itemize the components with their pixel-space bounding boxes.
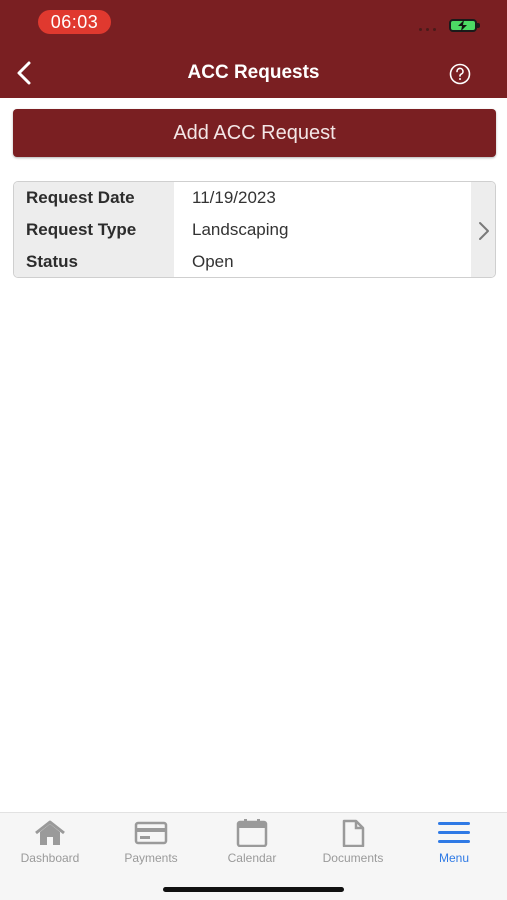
page-title: ACC Requests — [187, 62, 320, 83]
status-value: Open — [192, 252, 234, 271]
request-card[interactable]: Request Date 11/19/2023 Request Type Lan… — [13, 181, 496, 278]
request-type-label: Request Type — [26, 220, 137, 239]
tab-documents[interactable]: Documents — [303, 819, 403, 879]
back-button[interactable] — [10, 58, 40, 88]
tab-label: Documents — [322, 851, 384, 865]
request-type-row: Request Type Landscaping — [14, 216, 495, 244]
tab-label: Menu — [438, 851, 470, 865]
status-label: Status — [26, 252, 78, 271]
chevron-right-icon — [479, 222, 489, 240]
signal-icon — [419, 26, 441, 32]
battery-icon — [449, 19, 480, 32]
document-icon — [342, 819, 365, 847]
calendar-icon — [236, 819, 268, 847]
status-time: 06:03 — [38, 10, 111, 34]
credit-card-icon — [134, 821, 168, 845]
help-button[interactable] — [449, 63, 471, 85]
chevron-left-icon — [17, 61, 31, 85]
tab-calendar[interactable]: Calendar — [202, 819, 302, 879]
request-date-row: Request Date 11/19/2023 — [14, 184, 495, 212]
home-indicator[interactable] — [163, 887, 344, 892]
status-row: Status Open — [14, 248, 495, 276]
help-icon — [449, 63, 471, 85]
home-icon — [35, 820, 65, 845]
request-date-label: Request Date — [26, 188, 135, 207]
tab-label: Payments — [124, 851, 178, 865]
menu-icon — [438, 822, 470, 843]
tab-menu[interactable]: Menu — [404, 819, 504, 879]
tab-label: Dashboard — [20, 851, 80, 865]
tab-payments[interactable]: Payments — [101, 819, 201, 879]
add-acc-request-button[interactable]: Add ACC Request — [13, 109, 496, 157]
request-type-value: Landscaping — [192, 220, 289, 239]
tab-label: Calendar — [227, 851, 277, 865]
app-header: 06:03 ACC Requests — [0, 0, 507, 98]
tab-dashboard[interactable]: Dashboard — [0, 819, 100, 879]
request-date-value: 11/19/2023 — [192, 188, 276, 207]
